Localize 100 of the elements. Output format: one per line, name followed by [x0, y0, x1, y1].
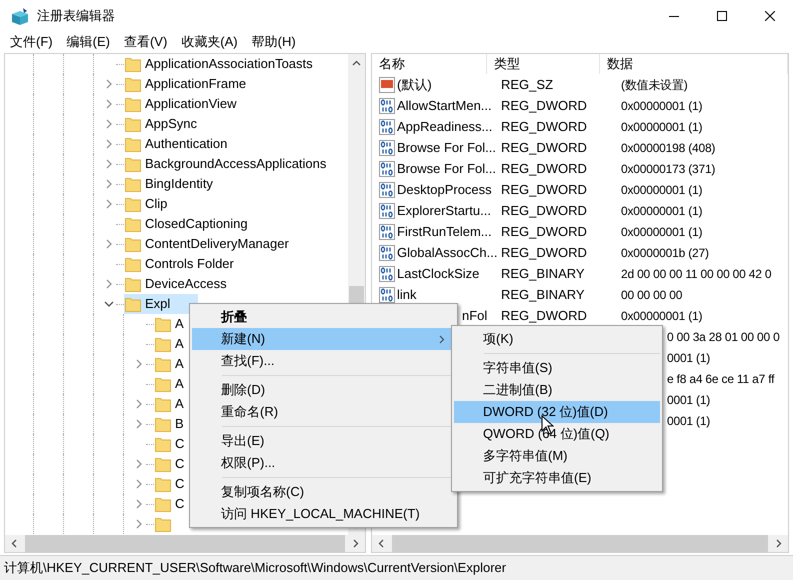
column-header[interactable]: 类型 — [486, 54, 600, 74]
scroll-left-icon[interactable] — [11, 539, 17, 548]
scroll-left-icon[interactable] — [378, 539, 384, 548]
value-type: REG_DWORD — [501, 202, 587, 218]
column-header[interactable]: 数据 — [600, 54, 788, 74]
menu-item[interactable]: 查找(F)... — [192, 350, 455, 372]
value-data: 0x00000173 (371) — [621, 162, 716, 176]
menu-item[interactable]: 删除(D) — [192, 379, 455, 401]
menu-bar-item[interactable]: 帮助(H) — [244, 32, 303, 52]
value-name: Browse For Fol... — [397, 138, 496, 157]
menu-item[interactable]: 重命名(R) — [192, 401, 455, 423]
horizontal-scrollbar[interactable] — [372, 535, 788, 552]
menu-item[interactable]: 字符串值(S) — [454, 357, 660, 379]
tree-item[interactable]: C — [154, 454, 186, 474]
chevron-right-icon[interactable] — [134, 499, 144, 509]
value-data: 00 00 00 00 — [621, 288, 682, 302]
chevron-right-icon[interactable] — [134, 459, 144, 469]
tree-item[interactable]: DeviceAccess — [124, 274, 229, 294]
menu-bar-item[interactable]: 文件(F) — [3, 32, 60, 52]
chevron-right-icon[interactable] — [134, 359, 144, 369]
menu-bar-item[interactable]: 收藏夹(A) — [174, 32, 245, 52]
scroll-right-icon[interactable] — [353, 539, 359, 548]
registry-app-icon — [11, 7, 29, 25]
chevron-right-icon[interactable] — [104, 139, 114, 149]
tree-item[interactable]: Authentication — [124, 134, 230, 154]
chevron-right-icon[interactable] — [104, 159, 114, 169]
menu-item[interactable]: 可扩充字符串值(E) — [454, 467, 660, 489]
value-name: AllowStartMen... — [397, 96, 492, 115]
chevron-right-icon[interactable] — [104, 119, 114, 129]
tree-item[interactable]: ApplicationView — [124, 94, 239, 114]
value-data: e f8 a4 6e ce 11 a7 ff — [667, 372, 774, 386]
folder-icon — [125, 216, 141, 232]
tree-item[interactable]: A — [154, 374, 186, 394]
menu-item[interactable]: 导出(E) — [192, 430, 455, 452]
tree-item[interactable]: A — [154, 354, 186, 374]
folder-icon — [155, 476, 171, 492]
tree-item[interactable]: B — [154, 414, 186, 434]
folder-icon — [125, 196, 141, 212]
value-name: FirstRunTelem... — [397, 222, 492, 241]
binary-value-icon — [379, 182, 395, 198]
value-type: REG_BINARY — [501, 266, 585, 281]
chevron-right-icon[interactable] — [104, 279, 114, 289]
column-header[interactable]: 名称 — [372, 54, 487, 74]
menu-bar-item[interactable]: 查看(V) — [116, 32, 174, 52]
tree-item[interactable]: BackgroundAccessApplications — [124, 154, 328, 174]
menu-item[interactable]: QWORD (64 位)值(Q) — [454, 423, 660, 445]
scroll-up-icon[interactable] — [352, 60, 361, 66]
chevron-right-icon[interactable] — [104, 179, 114, 189]
menu-item[interactable]: 访问 HKEY_LOCAL_MACHINE(T) — [192, 503, 455, 525]
value-data: 0x00000001 (1) — [621, 204, 702, 218]
tree-item[interactable]: C — [154, 474, 186, 494]
window-title: 注册表编辑器 — [37, 7, 115, 26]
chevron-right-icon[interactable] — [134, 399, 144, 409]
tree-item[interactable]: BingIdentity — [124, 174, 215, 194]
menu-item[interactable]: DWORD (32 位)值(D) — [454, 401, 660, 423]
menu-item[interactable]: 复制项名称(C) — [192, 481, 455, 503]
tree-item[interactable]: ApplicationFrame — [124, 74, 248, 94]
folder-icon — [125, 296, 141, 312]
value-name: Browse For Fol... — [397, 160, 496, 178]
chevron-right-icon[interactable] — [134, 419, 144, 429]
binary-value-icon — [379, 202, 395, 218]
menu-item[interactable]: 项(K) — [454, 328, 660, 350]
close-icon — [765, 11, 775, 21]
tree-item[interactable]: ContentDeliveryManager — [124, 234, 291, 254]
tree-item[interactable]: C — [154, 434, 186, 454]
tree-item[interactable]: A — [154, 394, 186, 414]
scrollbar-thumb[interactable] — [349, 286, 364, 304]
chevron-right-icon[interactable] — [104, 199, 114, 209]
tree-item[interactable]: Expl — [124, 294, 198, 314]
menu-bar-item[interactable]: 编辑(E) — [60, 32, 117, 52]
tree-item[interactable]: Clip — [124, 194, 170, 214]
binary-value-icon — [379, 266, 395, 282]
tree-item[interactable]: ClosedCaptioning — [124, 214, 250, 234]
chevron-right-icon[interactable] — [134, 519, 144, 529]
binary-value-icon — [379, 160, 395, 176]
scroll-right-icon[interactable] — [776, 539, 782, 548]
folder-icon — [125, 76, 141, 92]
maximize-icon — [717, 11, 727, 21]
value-name: AppReadiness... — [397, 118, 492, 136]
value-type: REG_DWORD — [501, 308, 587, 323]
tree-item[interactable]: A — [154, 314, 186, 334]
folder-icon — [125, 176, 141, 192]
chevron-right-icon[interactable] — [104, 99, 114, 109]
menu-item[interactable]: 二进制值(B) — [454, 379, 660, 401]
folder-icon — [155, 416, 171, 432]
chevron-right-icon[interactable] — [104, 79, 114, 89]
horizontal-scrollbar[interactable] — [5, 535, 365, 552]
menu-item[interactable]: 多字符串值(M) — [454, 445, 660, 467]
folder-icon — [125, 136, 141, 152]
tree-item[interactable]: ApplicationAssociationToasts — [124, 54, 315, 74]
menu-item[interactable]: 权限(P)... — [192, 452, 455, 474]
chevron-right-icon[interactable] — [104, 239, 114, 249]
value-type: REG_DWORD — [501, 244, 587, 260]
chevron-down-icon[interactable] — [104, 299, 114, 309]
tree-item[interactable]: Controls Folder — [124, 254, 236, 274]
value-type: REG_DWORD — [501, 182, 587, 197]
tree-item[interactable]: AppSync — [124, 114, 200, 134]
chevron-right-icon[interactable] — [134, 479, 144, 489]
tree-item[interactable]: C — [154, 494, 186, 514]
tree-item[interactable]: A — [154, 334, 186, 354]
